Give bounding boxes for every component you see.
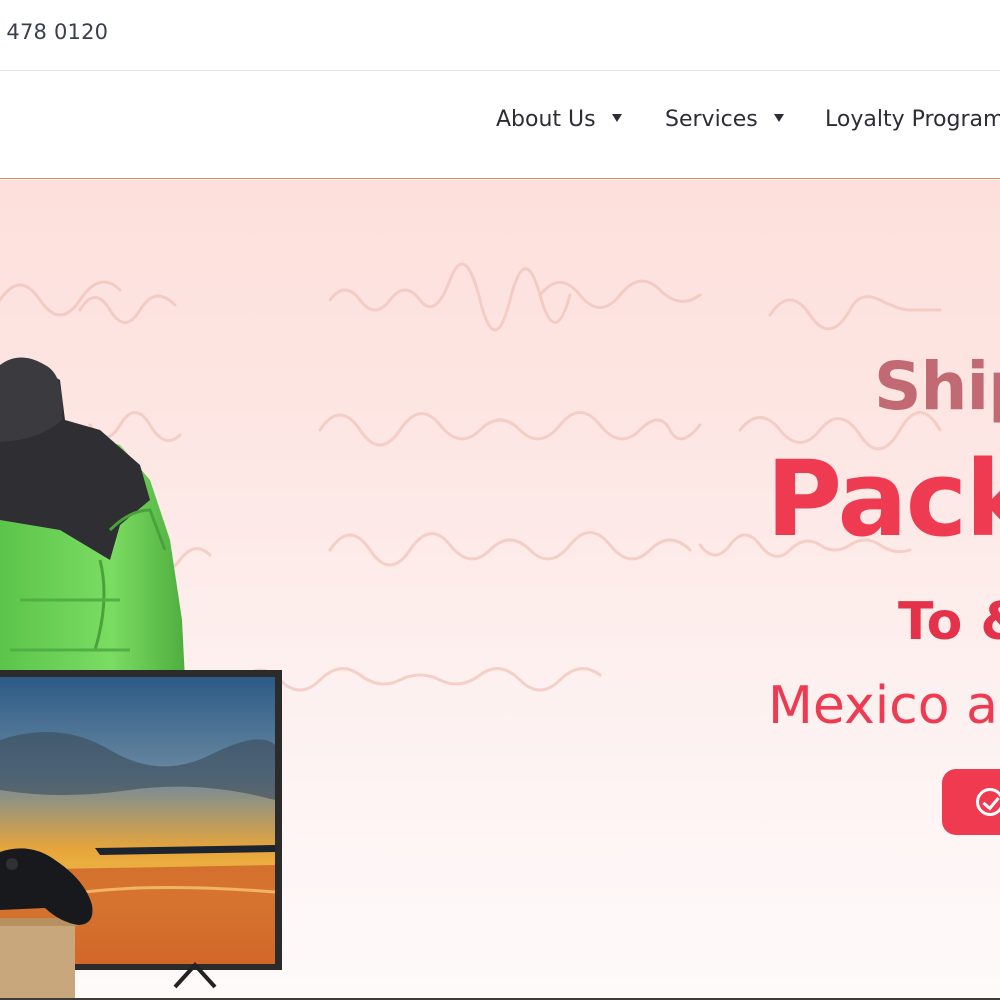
puffer-jacket-image — [0, 357, 185, 680]
hero-cta-button[interactable] — [942, 769, 1000, 835]
nav-item-about-us[interactable]: About Us — [496, 107, 622, 132]
top-bar: 7 478 0120 — [0, 0, 1000, 71]
hero-heading-line-4: Mexico a — [768, 676, 998, 736]
phone-number[interactable]: 7 478 0120 — [0, 20, 108, 44]
check-circle-icon — [976, 788, 1000, 816]
nav-item-label: About Us — [496, 107, 596, 132]
cardboard-box-image — [0, 918, 78, 1000]
hero-heading-line-2: Pack — [766, 438, 1000, 560]
nav-item-loyalty-program[interactable]: Loyalty Program — [825, 107, 1000, 132]
hero-product-illustration — [0, 357, 282, 1000]
caret-down-icon — [611, 114, 622, 122]
main-nav: About Us Services Loyalty Program — [0, 71, 1000, 179]
nav-item-label: Services — [665, 107, 758, 132]
hero-heading-line-3: To & — [898, 592, 1000, 652]
caret-down-icon — [773, 114, 784, 122]
hero-heading-line-1: Ship — [874, 348, 1000, 425]
nav-item-services[interactable]: Services — [665, 107, 784, 132]
nav-item-label: Loyalty Program — [825, 107, 1000, 132]
